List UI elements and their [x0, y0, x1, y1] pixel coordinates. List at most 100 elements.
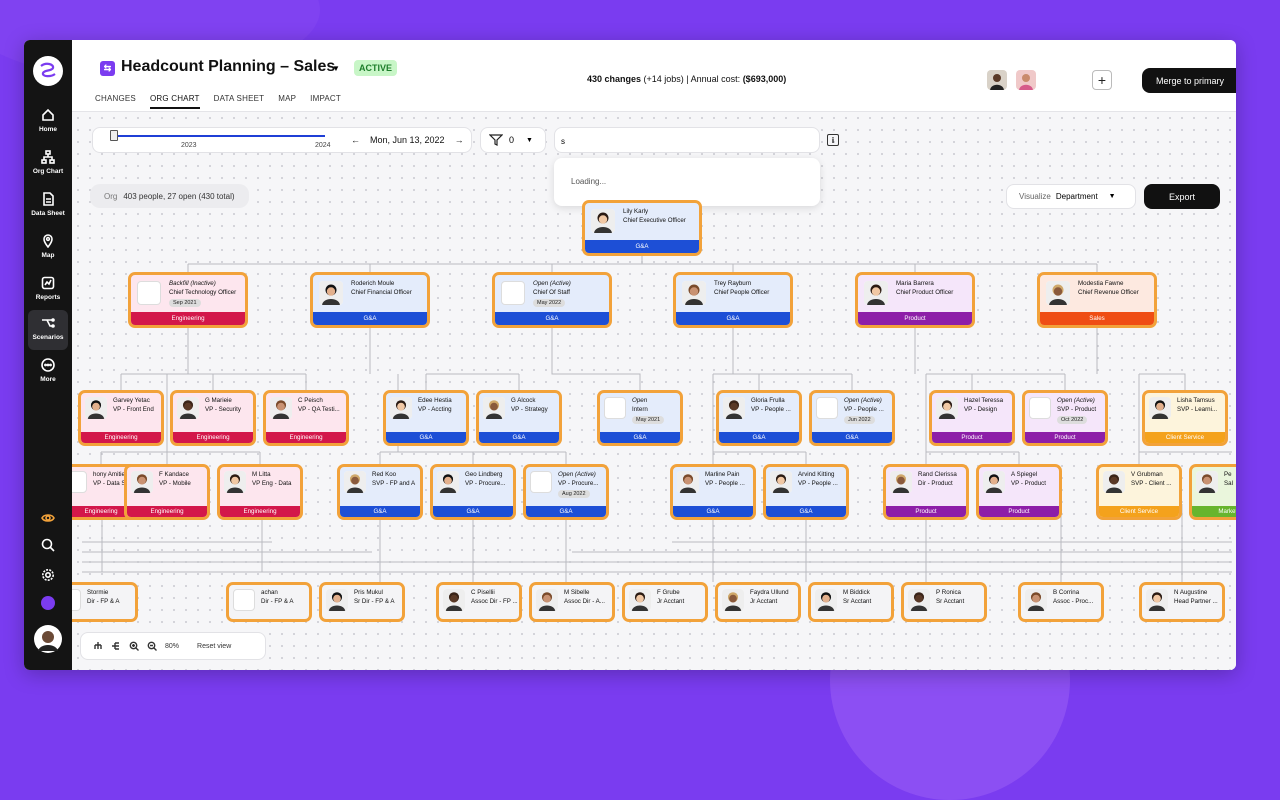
tree-layout-icon[interactable]: [93, 641, 103, 651]
settings-button[interactable]: [24, 568, 72, 582]
org-card[interactable]: Marline Pain VP - People ... G&A: [670, 464, 756, 520]
org-card[interactable]: M Sibelle Assoc Dir - A...: [529, 582, 615, 622]
zoom-out-icon[interactable]: [147, 641, 157, 651]
org-card[interactable]: B Corrina Assoc - Proc...: [1018, 582, 1104, 622]
employee-photo: [1146, 589, 1168, 611]
org-card[interactable]: M Biddick Sr Acctant: [808, 582, 894, 622]
org-card[interactable]: Arvind Kitting VP - People ... G&A: [763, 464, 849, 520]
tab-impact[interactable]: IMPACT: [310, 94, 341, 109]
visualize-select[interactable]: Visualize Department ▼: [1006, 184, 1136, 209]
employee-photo: [1103, 471, 1125, 493]
sidebar-item-home[interactable]: Home: [24, 108, 72, 146]
org-card[interactable]: A Spiegel VP - Product Product: [976, 464, 1062, 520]
card-title: VP - People ...: [705, 480, 745, 487]
tab-changes[interactable]: CHANGES: [95, 94, 136, 109]
org-card[interactable]: F Grube Jr Acctant: [622, 582, 708, 622]
org-card[interactable]: P Ronica Sr Acctant: [901, 582, 987, 622]
org-card[interactable]: Garvey Yetac VP - Front End Engineering: [78, 390, 164, 446]
tab-map[interactable]: MAP: [278, 94, 296, 109]
info-icon[interactable]: i: [827, 134, 839, 146]
org-card[interactable]: F Kandace VP - Mobile Engineering: [124, 464, 210, 520]
card-title: VP - People ...: [798, 480, 838, 487]
home-icon: [42, 108, 54, 121]
card-department: G&A: [812, 432, 892, 443]
org-card[interactable]: achan Dir - FP & A: [226, 582, 312, 622]
zoom-in-icon[interactable]: [129, 641, 139, 651]
card-department: G&A: [340, 506, 420, 517]
employee-photo: [770, 471, 792, 493]
merge-button[interactable]: Merge to primary▼: [1142, 68, 1236, 93]
card-title: VP Eng - Data: [252, 480, 292, 487]
timeline-slider-handle[interactable]: [110, 130, 118, 141]
org-card[interactable]: Rand Clerissa Dir - Product Product: [883, 464, 969, 520]
org-card[interactable]: Modestia Fawne Chief Revenue Officer Sales: [1037, 272, 1157, 328]
org-card[interactable]: G Marieie VP - Security Engineering: [170, 390, 256, 446]
tab-data-sheet[interactable]: DATA SHEET: [214, 94, 265, 109]
org-card[interactable]: C Peisch VP - QA Testi... Engineering: [263, 390, 349, 446]
org-card[interactable]: Geo Lindberg VP - Procure... G&A: [430, 464, 516, 520]
arrow-right-icon[interactable]: →: [455, 135, 464, 145]
horizontal-layout-icon[interactable]: [111, 641, 121, 651]
org-card[interactable]: Gloria Frulla VP - People ... G&A: [716, 390, 802, 446]
org-card[interactable]: Edee Hestia VP - Accting G&A: [383, 390, 469, 446]
org-card[interactable]: Red Koo SVP - FP and A G&A: [337, 464, 423, 520]
page-title[interactable]: Headcount Planning – Sales: [121, 58, 335, 76]
org-card[interactable]: Lisha Tamsus SVP - Learni... Client Servic…: [1142, 390, 1228, 446]
card-title: Assoc - Proc...: [1053, 598, 1094, 605]
arrow-left-icon[interactable]: ←: [351, 135, 360, 145]
org-card[interactable]: Pe Sal Marketing: [1189, 464, 1236, 520]
org-card[interactable]: G Alcock VP - Strategy G&A: [476, 390, 562, 446]
org-card[interactable]: Faydra Ullund Jr Acctant: [715, 582, 801, 622]
sidebar-item-scenarios[interactable]: Scenarios: [28, 310, 68, 350]
org-card[interactable]: Trey Rayburn Chief People Officer G&A: [673, 272, 793, 328]
sidebar-item-data-sheet[interactable]: Data Sheet: [24, 192, 72, 230]
export-button[interactable]: Export: [1144, 184, 1220, 209]
org-card[interactable]: Maria Barrera Chief Product Officer Produc…: [855, 272, 975, 328]
chevron-down-icon[interactable]: ▼: [526, 137, 533, 144]
sidebar-item-org-chart[interactable]: Org Chart: [24, 150, 72, 188]
collaborator-avatar[interactable]: [1016, 70, 1036, 90]
org-card[interactable]: N Augustine Head Partner ...: [1139, 582, 1225, 622]
add-collaborator-button[interactable]: +: [1092, 70, 1112, 90]
workspace-button[interactable]: [24, 596, 72, 610]
reset-view-button[interactable]: Reset view: [197, 643, 231, 650]
workspace-logo-icon: [41, 596, 55, 610]
org-card[interactable]: Stormie Dir - FP & A: [72, 582, 138, 622]
org-card[interactable]: Roderich Moule Chief Financial Officer G&A: [310, 272, 430, 328]
org-card[interactable]: Open Intern May 2021 G&A: [597, 390, 683, 446]
org-card[interactable]: V Grubman SVP - Client ... Client Service: [1096, 464, 1182, 520]
org-card[interactable]: Backfill (Inactive) Chief Technology Offi…: [128, 272, 248, 328]
search-input[interactable]: [561, 134, 761, 148]
sidebar-item-reports[interactable]: Reports: [24, 276, 72, 314]
chevron-down-icon[interactable]: ▼: [332, 64, 340, 73]
card-name: Marline Pain: [705, 471, 740, 478]
visibility-button[interactable]: [24, 511, 72, 525]
tab-org-chart[interactable]: ORG CHART: [149, 94, 200, 109]
org-chart-canvas[interactable]: 2023 2024 ← Mon, Jun 13, 2022 → 0 ▼ i Lo…: [72, 112, 1236, 670]
filter-button[interactable]: 0 ▼: [480, 127, 546, 153]
timeline-slider[interactable]: [113, 135, 325, 137]
org-card[interactable]: Pris Mukul Sr Dir - FP & A: [319, 582, 405, 622]
app-logo[interactable]: [33, 56, 63, 86]
org-card[interactable]: Open (Active) VP - People ... Jun 2022 G&A: [809, 390, 895, 446]
sidebar-item-more[interactable]: More: [24, 358, 72, 396]
sidebar-item-map[interactable]: Map: [24, 234, 72, 272]
org-card[interactable]: Open (Active) VP - Procure... Aug 2022 G&A: [523, 464, 609, 520]
card-name: Stormie: [87, 589, 109, 596]
org-card[interactable]: M Litta VP Eng - Data Engineering: [217, 464, 303, 520]
org-card[interactable]: Open (Active) Chief Of Staff May 2022 G&A: [492, 272, 612, 328]
open-role-placeholder: [530, 471, 552, 493]
card-name: Edee Hestia: [418, 397, 452, 404]
org-card[interactable]: C Pisellii Assoc Dir - FP ...: [436, 582, 522, 622]
employee-photo: [890, 471, 912, 493]
card-name: P Ronica: [936, 589, 961, 596]
org-card[interactable]: Open (Active) SVP - Product Oct 2022 Produc…: [1022, 390, 1108, 446]
current-date[interactable]: Mon, Jun 13, 2022: [370, 135, 445, 145]
card-department: G&A: [526, 506, 606, 517]
collaborator-avatar[interactable]: [987, 70, 1007, 90]
org-card[interactable]: Hazel Teressa VP - Design Product: [929, 390, 1015, 446]
org-card[interactable]: Lily Karly Chief Executive Officer G&A: [582, 200, 702, 256]
search-button[interactable]: [24, 538, 72, 552]
user-avatar[interactable]: [24, 625, 72, 653]
card-name: F Kandace: [159, 471, 189, 478]
